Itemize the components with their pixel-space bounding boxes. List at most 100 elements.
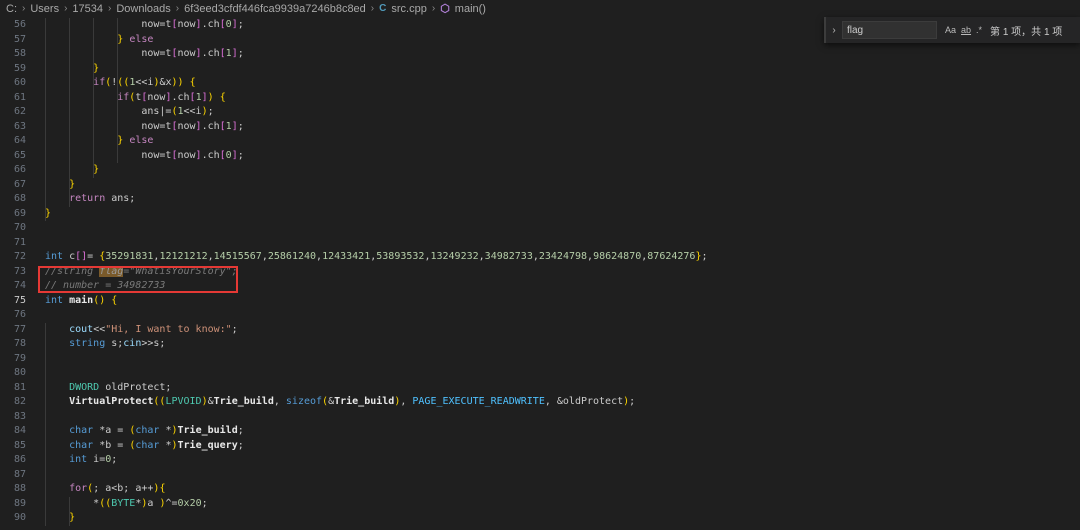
code-text: DWORD oldProtect; xyxy=(69,381,172,393)
code-line[interactable]: 85 char *b = (char *)Trie_query; xyxy=(0,439,1080,454)
line-number: 63 xyxy=(13,120,26,132)
code-line[interactable]: 80 xyxy=(0,366,1080,381)
code-line[interactable]: 65 now=t[now].ch[0]; xyxy=(0,149,1080,164)
code-line[interactable]: 61 if(t[now].ch[1]) { xyxy=(0,91,1080,106)
breadcrumb-segment[interactable]: 17534 xyxy=(72,3,103,15)
find-result-count: 第 1 项，共 1 项 xyxy=(990,26,1063,38)
code-line[interactable]: 59 } xyxy=(0,62,1080,77)
line-number: 65 xyxy=(13,149,26,161)
code-text: } xyxy=(69,178,76,190)
indent-guide xyxy=(69,18,70,207)
code-line[interactable]: 84 char *a = (char *)Trie_build; xyxy=(0,424,1080,439)
code-line[interactable]: 67 } xyxy=(0,178,1080,193)
code-line[interactable]: 83 xyxy=(0,410,1080,425)
code-text: now=t[now].ch[1]; xyxy=(45,120,244,132)
code-line[interactable]: 60 if(!((1<<i)&x)) { xyxy=(0,76,1080,91)
code-line[interactable]: 64 } else xyxy=(0,134,1080,149)
line-number: 71 xyxy=(13,236,26,248)
code-line[interactable]: 86 int i=0; xyxy=(0,453,1080,468)
code-text: now=t[now].ch[0]; xyxy=(45,149,244,161)
breadcrumb-file[interactable]: src.cpp xyxy=(391,3,426,15)
line-number: 72 xyxy=(13,251,26,262)
code-text: VirtualProtect((LPVOID)&Trie_build, size… xyxy=(69,396,636,407)
code-text: } else xyxy=(117,33,154,45)
line-number: 57 xyxy=(13,33,26,45)
breadcrumb-symbol[interactable]: main() xyxy=(455,3,486,15)
code-line[interactable]: 71 xyxy=(0,236,1080,251)
code-line[interactable]: 87 xyxy=(0,468,1080,483)
code-line[interactable]: 72 int c[]= {35291831,12121212,14515567,2… xyxy=(0,250,1080,265)
line-number: 73 xyxy=(13,265,26,277)
code-text: int c[]= {35291831,12121212,14515567,258… xyxy=(45,251,708,262)
code-line[interactable]: 79 xyxy=(0,352,1080,367)
find-widget: › flag Aa ab .* 第 1 项，共 1 项 xyxy=(824,17,1080,43)
line-number: 85 xyxy=(13,439,26,451)
chevron-right-icon: › xyxy=(108,3,112,14)
breadcrumb-segment[interactable]: Downloads xyxy=(116,3,170,15)
breadcrumb-segment[interactable]: C: xyxy=(6,3,17,15)
line-number: 76 xyxy=(13,309,26,320)
code-text: return ans; xyxy=(69,193,136,204)
code-line[interactable]: 58 now=t[now].ch[1]; xyxy=(0,47,1080,62)
code-line[interactable]: 89 *((BYTE*)a )^=0x20; xyxy=(0,497,1080,512)
breadcrumb: C: › Users › 17534 › Downloads › 6f3eed3cfdf446f… xyxy=(0,0,1080,17)
find-query: flag xyxy=(847,24,864,36)
line-number: 89 xyxy=(13,497,26,509)
indent-guide xyxy=(69,496,70,526)
line-number: 61 xyxy=(13,91,26,103)
regex-icon[interactable]: .* xyxy=(976,25,982,35)
line-number: 56 xyxy=(13,19,26,30)
line-number: 75 xyxy=(13,294,26,306)
code-line[interactable]: 66 } xyxy=(0,163,1080,178)
line-number: 82 xyxy=(13,396,26,407)
code-text: } xyxy=(93,164,100,175)
code-text: char *b = (char *)Trie_query; xyxy=(69,439,244,451)
code-line[interactable]: 78 string s;cin>>s; xyxy=(0,337,1080,352)
code-text: } xyxy=(93,62,100,74)
chevron-right-icon: › xyxy=(370,3,375,14)
line-number: 64 xyxy=(13,135,26,146)
code-line[interactable]: 68 return ans; xyxy=(0,192,1080,207)
code-line[interactable]: 90 } xyxy=(0,511,1080,526)
code-line[interactable]: 82 VirtualProtect((LPVOID)&Trie_build, s… xyxy=(0,395,1080,410)
breadcrumb-segment[interactable]: Users xyxy=(30,3,59,15)
line-number: 59 xyxy=(13,62,26,74)
line-number: 74 xyxy=(13,280,26,291)
match-case-icon[interactable]: Aa xyxy=(945,25,956,35)
line-number: 87 xyxy=(13,468,26,480)
line-number: 77 xyxy=(13,323,26,335)
code-line[interactable]: 81 DWORD oldProtect; xyxy=(0,381,1080,396)
line-number: 90 xyxy=(13,512,26,523)
line-number: 67 xyxy=(13,178,26,190)
code-text: for(; a<b; a++){ xyxy=(69,483,166,494)
code-line[interactable]: 75 int main() { xyxy=(0,294,1080,309)
code-line[interactable]: 88 for(; a<b; a++){ xyxy=(0,482,1080,497)
match-whole-word-icon[interactable]: ab xyxy=(961,25,971,35)
cpp-file-icon: C xyxy=(379,3,387,14)
line-number: 60 xyxy=(13,77,26,88)
find-input[interactable]: flag xyxy=(842,21,937,39)
indent-guide xyxy=(93,18,94,178)
line-number: 66 xyxy=(13,164,26,175)
code-line[interactable]: 62 ans|=(1<<i); xyxy=(0,105,1080,120)
code-line[interactable]: 76 xyxy=(0,308,1080,323)
code-line[interactable]: 63 now=t[now].ch[1]; xyxy=(0,120,1080,135)
code-text: int main() { xyxy=(45,294,118,306)
code-text: int i=0; xyxy=(69,454,118,465)
code-text: cout<<"Hi, I want to know:"; xyxy=(69,323,238,335)
breadcrumb-segment[interactable]: 6f3eed3cfdf446fca9939a7246b8c8ed xyxy=(184,3,366,15)
code-line[interactable]: 70 xyxy=(0,221,1080,236)
code-text: ans|=(1<<i); xyxy=(45,106,214,117)
code-line[interactable]: 77 cout<<"Hi, I want to know:"; xyxy=(0,323,1080,338)
line-number: 88 xyxy=(13,483,26,494)
line-number: 86 xyxy=(13,454,26,465)
indent-guide xyxy=(117,18,118,163)
chevron-right-icon: › xyxy=(64,3,68,14)
code-text: if(!((1<<i)&x)) { xyxy=(93,77,196,88)
code-line[interactable]: 69} xyxy=(0,207,1080,222)
line-number: 70 xyxy=(13,222,26,233)
indent-guide xyxy=(45,18,46,221)
chevron-right-icon[interactable]: › xyxy=(826,25,842,36)
code-text: } xyxy=(69,512,76,523)
line-number: 69 xyxy=(13,207,26,219)
